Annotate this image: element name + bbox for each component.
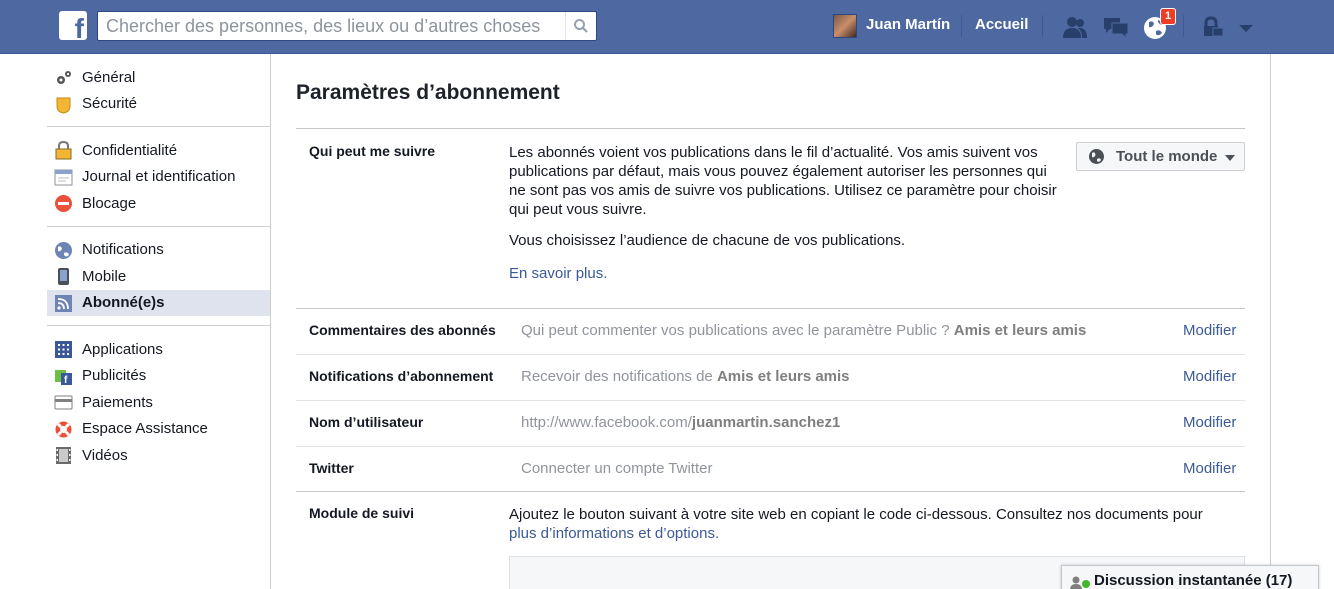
follower-notifications-value: Recevoir des notifications de Amis et le… <box>521 368 850 385</box>
online-friends-icon <box>1070 576 1090 589</box>
sidebar-item-support[interactable]: Espace Assistance <box>47 416 270 443</box>
search-icon <box>574 19 588 33</box>
top-bar: f Juan Martín Accueil 1 <box>0 0 1334 54</box>
sidebar-group: Applications f Publicités Paiements Espa… <box>47 326 270 478</box>
row-divider <box>296 400 1245 401</box>
settings-sidebar: Général Sécurité Confidentialité Journal… <box>47 54 270 589</box>
username-value: http://www.facebook.com/juanmartin.sanch… <box>521 414 841 431</box>
block-icon <box>55 195 72 212</box>
friend-requests-icon[interactable] <box>1061 14 1089 40</box>
row-divider <box>296 354 1245 355</box>
content-right-border <box>1270 54 1271 589</box>
badge-icon <box>56 97 71 114</box>
home-link[interactable]: Accueil <box>975 16 1028 33</box>
messages-icon[interactable] <box>1102 14 1130 40</box>
more-info-link[interactable]: plus d’informations et d’options. <box>509 525 719 542</box>
privacy-shortcuts-icon[interactable] <box>1200 14 1228 40</box>
edit-username-link[interactable]: Modifier <box>1183 414 1236 431</box>
who-can-follow-description: Les abonnés voient vos publications dans… <box>509 144 1057 218</box>
search-button[interactable] <box>565 12 596 40</box>
sidebar-item-notifications[interactable]: Notifications <box>47 237 270 264</box>
audience-note: Vous choisissez l’audience de chacune de… <box>509 232 906 249</box>
row-divider <box>296 446 1245 447</box>
sidebar-group: Général Sécurité <box>47 54 270 127</box>
sidebar-item-followers[interactable]: Abonné(e)s <box>47 289 270 316</box>
sidebar-item-videos[interactable]: Vidéos <box>47 442 270 469</box>
sidebar-item-blocking[interactable]: Blocage <box>47 190 270 217</box>
search-box <box>97 11 597 41</box>
globe-icon <box>1089 149 1104 164</box>
film-icon <box>56 447 71 464</box>
lifebuoy-icon <box>55 421 72 437</box>
twitter-value: Connecter un compte Twitter <box>521 460 713 477</box>
chat-sidebar-toggle[interactable]: Discussion instantanée (17) <box>1061 565 1319 589</box>
follow-audience-dropdown[interactable]: Tout le monde <box>1076 142 1245 171</box>
sidebar-group: Notifications Mobile Abonné(e)s <box>47 227 270 326</box>
follow-module-label: Module de suivi <box>309 505 415 521</box>
edit-follower-comments-link[interactable]: Modifier <box>1183 322 1236 339</box>
sidebar-item-general[interactable]: Général <box>47 64 270 91</box>
username-label: Nom d’utilisateur <box>309 414 424 430</box>
sidebar-item-apps[interactable]: Applications <box>47 336 270 363</box>
sidebar-item-security[interactable]: Sécurité <box>47 91 270 118</box>
facebook-logo[interactable]: f <box>59 11 87 40</box>
phone-icon <box>58 268 69 285</box>
divider <box>1042 15 1043 37</box>
section-divider <box>296 128 1245 129</box>
lock-icon <box>55 141 72 160</box>
timeline-icon <box>54 169 73 185</box>
divider <box>961 15 962 37</box>
gear-icon <box>57 71 71 84</box>
section-divider <box>296 308 1245 309</box>
twitter-label: Twitter <box>309 460 354 476</box>
notification-badge: 1 <box>1160 8 1176 25</box>
follow-module-description: Ajoutez le bouton suivant à votre site w… <box>509 506 1203 542</box>
sidebar-item-payments[interactable]: Paiements <box>47 389 270 416</box>
sidebar-item-privacy[interactable]: Confidentialité <box>47 137 270 164</box>
avatar[interactable] <box>833 14 857 38</box>
sidebar-item-ads[interactable]: f Publicités <box>47 363 270 390</box>
learn-more-link[interactable]: En savoir plus. <box>509 264 607 283</box>
sidebar-group: Confidentialité Journal et identificatio… <box>47 127 270 227</box>
page-title: Paramètres d’abonnement <box>296 81 560 104</box>
apps-icon <box>55 341 72 358</box>
follower-comments-label: Commentaires des abonnés <box>309 322 496 338</box>
section-divider <box>296 491 1245 492</box>
divider <box>1183 15 1184 37</box>
card-icon <box>54 395 73 410</box>
account-menu-chevron-down-icon[interactable] <box>1232 14 1260 40</box>
follower-comments-value: Qui peut commenter vos publications avec… <box>521 322 1087 339</box>
follower-notifications-label: Notifications d’abonnement <box>309 368 494 384</box>
edit-twitter-link[interactable]: Modifier <box>1183 460 1236 477</box>
sidebar-divider <box>270 54 271 589</box>
who-can-follow-label: Qui peut me suivre <box>309 143 436 159</box>
rss-icon <box>55 294 72 312</box>
sidebar-item-mobile[interactable]: Mobile <box>47 263 270 290</box>
profile-link[interactable]: Juan Martín <box>866 16 950 33</box>
edit-follower-notifications-link[interactable]: Modifier <box>1183 368 1236 385</box>
chevron-down-icon <box>1225 155 1235 161</box>
ads-icon: f <box>55 369 72 386</box>
sidebar-item-timeline-tagging[interactable]: Journal et identification <box>47 164 270 191</box>
globe-icon <box>55 241 72 259</box>
search-input[interactable] <box>98 12 564 40</box>
